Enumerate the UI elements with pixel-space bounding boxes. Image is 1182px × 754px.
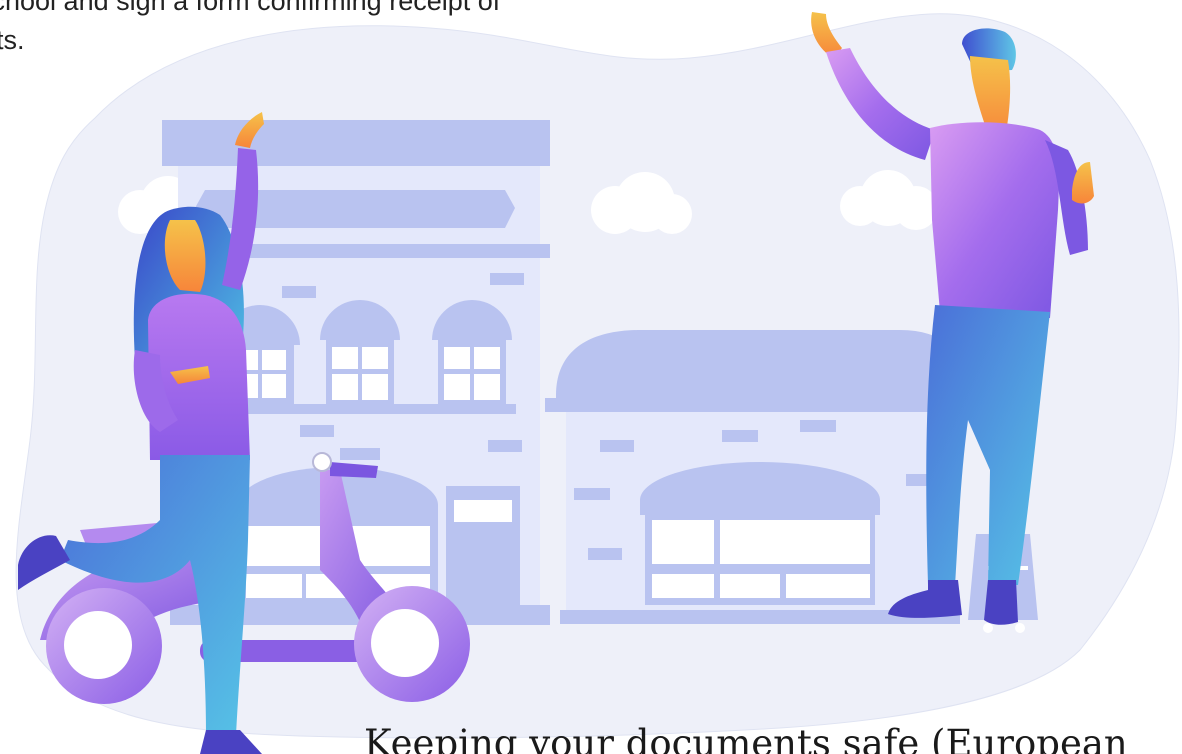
page: school and sign a form confirming receip… [0, 0, 1182, 754]
street-illustration [15, 12, 1180, 754]
section-heading: Keeping your documents safe (European [364, 722, 1128, 754]
arched-window [320, 300, 400, 406]
arched-window [432, 300, 512, 406]
